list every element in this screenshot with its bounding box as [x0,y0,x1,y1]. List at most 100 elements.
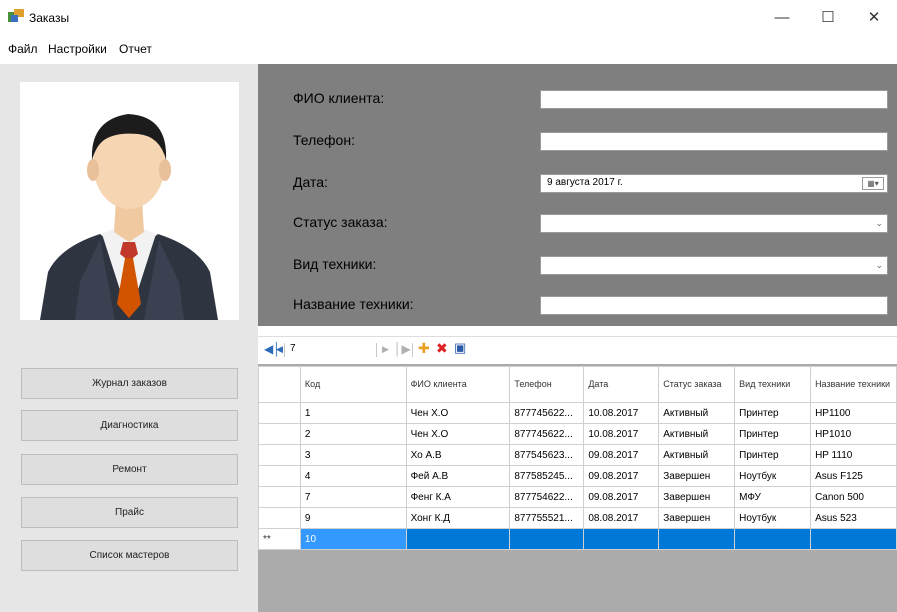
cell-fio[interactable]: Фенг К.А [405,486,511,508]
calendar-icon[interactable]: ▦▾ [862,177,884,190]
new-record-row[interactable]: ** 10 [258,528,897,550]
cell-name[interactable]: HP1010 [810,423,897,445]
cell-fio[interactable]: Фей А.В [405,465,511,487]
cell-date[interactable]: 08.08.2017 [583,507,660,529]
cell-type[interactable]: Принтер [734,423,812,445]
cell-fio[interactable]: Хонг К.Д [405,507,511,529]
menu-file[interactable]: Файл [8,42,38,56]
cell-code[interactable]: 1 [299,402,407,424]
client-avatar [20,82,239,320]
cell-name[interactable]: HP 1110 [810,444,897,466]
cell-fio[interactable]: Хо А.В [405,444,511,466]
status-select[interactable]: ⌄ [540,214,888,233]
cell-phone[interactable]: 877745622... [509,423,585,445]
table-row[interactable]: 3 Хо А.В 877545623... 09.08.2017 Активны… [258,444,897,466]
cell-type[interactable]: Ноутбук [734,465,812,487]
row-header[interactable] [258,507,301,529]
maximize-button[interactable]: ☐ [805,0,851,34]
cell-code[interactable]: 2 [299,423,407,445]
cell-status[interactable]: Активный [658,402,736,424]
fio-input[interactable] [540,90,888,109]
add-record-icon[interactable]: ✚ [418,340,430,357]
row-header[interactable] [258,444,301,466]
cell-fio[interactable] [405,528,511,550]
menu-settings[interactable]: Настройки [48,42,107,56]
col-header-date[interactable]: Дата [583,366,660,403]
col-header-type[interactable]: Вид техники [734,366,812,403]
table-row[interactable]: 4 Фей А.В 877585245... 09.08.2017 Заверш… [258,465,897,487]
position-input[interactable]: 7 [286,341,326,358]
cell-status[interactable] [658,528,736,550]
orders-table: Код ФИО клиента Телефон Дата Статус зака… [258,366,897,550]
cell-status[interactable]: Активный [658,423,736,445]
cell-status[interactable]: Завершен [658,486,736,508]
cell-status[interactable]: Завершен [658,465,736,487]
new-row-marker[interactable]: ** [258,528,301,550]
cell-phone[interactable] [509,528,585,550]
row-header[interactable] [258,402,301,424]
cell-code[interactable]: 4 [299,465,407,487]
repair-button[interactable]: Ремонт [21,454,238,485]
cell-name[interactable]: Asus F125 [810,465,897,487]
cell-date[interactable]: 09.08.2017 [583,444,660,466]
cell-code[interactable]: 9 [299,507,407,529]
delete-record-icon[interactable]: ✖ [436,340,448,357]
cell-fio[interactable]: Чен Х.О [405,402,511,424]
cell-type[interactable]: Принтер [734,402,812,424]
col-header-phone[interactable]: Телефон [509,366,585,403]
col-header-name[interactable]: Название техники [810,366,897,403]
save-icon[interactable]: ▣ [454,340,466,356]
col-header-fio[interactable]: ФИО клиента [405,366,511,403]
phone-input[interactable] [540,132,888,151]
cell-type[interactable] [734,528,812,550]
cell-phone[interactable]: 877545623... [509,444,585,466]
cell-code[interactable]: 7 [299,486,407,508]
cell-phone[interactable]: 877585245... [509,465,585,487]
col-header-code[interactable]: Код [299,366,407,403]
cell-name[interactable]: Asus 523 [810,507,897,529]
phone-label: Телефон: [293,132,355,148]
cell-status[interactable]: Завершен [658,507,736,529]
close-button[interactable]: ✕ [851,0,897,34]
minimize-button[interactable]: — [759,0,805,34]
cell-type[interactable]: Принтер [734,444,812,466]
cell-date[interactable]: 09.08.2017 [583,486,660,508]
equipment-name-input[interactable] [540,296,888,315]
last-record-icon[interactable]: │▶ [394,342,411,356]
cell-fio[interactable]: Чен Х.О [405,423,511,445]
cell-status[interactable]: Активный [658,444,736,466]
prev-record-icon[interactable]: ◀ [276,344,283,355]
cell-phone[interactable]: 877754622... [509,486,585,508]
cell-date[interactable]: 10.08.2017 [583,402,660,424]
table-row[interactable]: 1 Чен Х.О 877745622... 10.08.2017 Активн… [258,402,897,424]
cell-type[interactable]: МФУ [734,486,812,508]
chevron-down-icon[interactable]: ⌄ [875,218,883,229]
cell-phone[interactable]: 877745622... [509,402,585,424]
cell-code[interactable]: 10 [299,528,407,550]
menu-report[interactable]: Отчет [119,42,152,56]
cell-date[interactable]: 09.08.2017 [583,465,660,487]
next-record-icon[interactable]: ▶ [382,344,389,355]
row-header[interactable] [258,465,301,487]
cell-code[interactable]: 3 [299,444,407,466]
cell-date[interactable] [583,528,660,550]
row-header[interactable] [258,486,301,508]
equipment-type-select[interactable]: ⌄ [540,256,888,275]
masters-list-button[interactable]: Список мастеров [21,540,238,571]
cell-name[interactable]: HP1100 [810,402,897,424]
table-row[interactable]: 9 Хонг К.Д 877755521... 08.08.2017 Завер… [258,507,897,529]
cell-date[interactable]: 10.08.2017 [583,423,660,445]
cell-name[interactable] [810,528,897,550]
table-row[interactable]: 7 Фенг К.А 877754622... 09.08.2017 Завер… [258,486,897,508]
chevron-down-icon[interactable]: ⌄ [875,260,883,271]
table-row[interactable]: 2 Чен Х.О 877745622... 10.08.2017 Активн… [258,423,897,445]
orders-journal-button[interactable]: Журнал заказов [21,368,238,399]
row-header[interactable] [258,423,301,445]
date-picker[interactable]: 9 августа 2017 г. ▦▾ [540,174,888,193]
cell-type[interactable]: Ноутбук [734,507,812,529]
cell-phone[interactable]: 877755521... [509,507,585,529]
col-header-status[interactable]: Статус заказа [658,366,736,403]
price-button[interactable]: Прайс [21,497,238,528]
diagnostics-button[interactable]: Диагностика [21,410,238,441]
cell-name[interactable]: Canon 500 [810,486,897,508]
